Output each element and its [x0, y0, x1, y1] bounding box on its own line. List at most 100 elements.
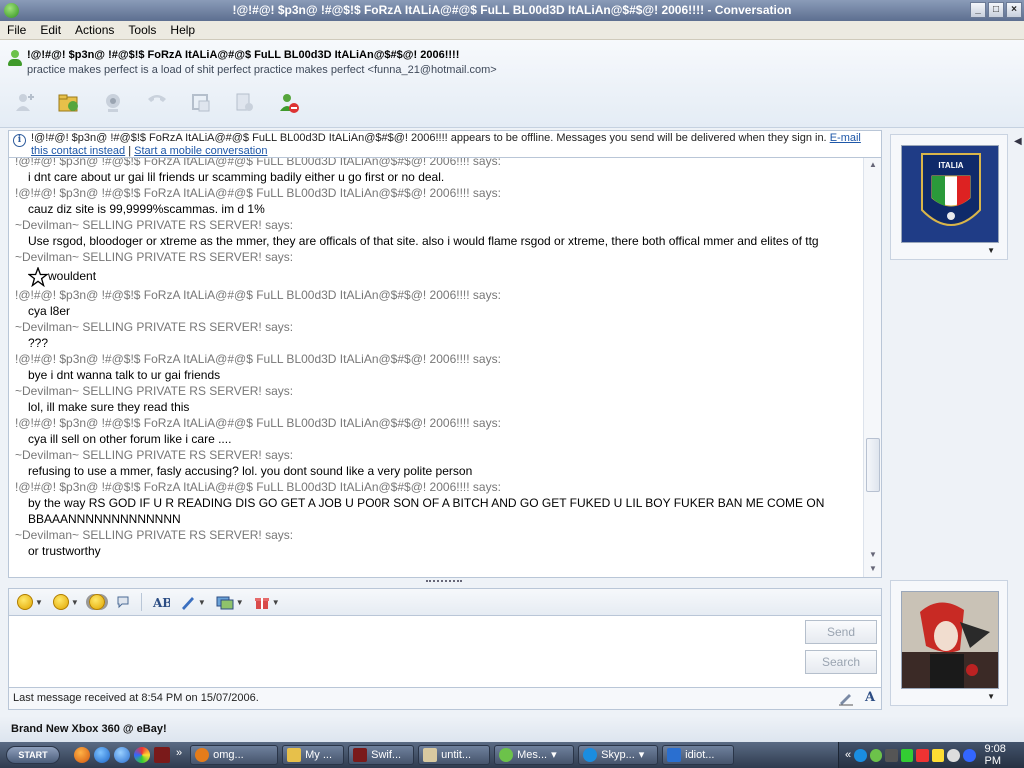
message-sender: !@!#@! $p3n@ !#@$!$ FoRzA ItALiA@#@$ FuL…: [15, 158, 501, 168]
menu-help[interactable]: Help: [163, 21, 202, 39]
conversation-header: !@!#@! $p3n@ !#@$!$ FoRzA ItALiA@#@$ FuL…: [0, 40, 1024, 128]
font-icon[interactable]: AB: [150, 591, 172, 613]
message-text: cya l8er: [28, 304, 71, 318]
title-bar: !@!#@! $p3n@ !#@$!$ FoRzA ItALiA@#@$ FuL…: [0, 0, 1024, 21]
send-files-icon[interactable]: [54, 90, 84, 116]
scroll-thumb[interactable]: [866, 438, 880, 492]
advertisement-banner[interactable]: Brand New Xbox 360 @ eBay!: [0, 716, 1024, 742]
message-item: ~Devilman~ SELLING PRIVATE RS SERVER! sa…: [15, 527, 859, 559]
skype-icon[interactable]: [94, 747, 110, 763]
steam-tray-icon[interactable]: [885, 748, 898, 762]
message-text-content: wouldent: [48, 269, 97, 283]
taskbar-item[interactable]: Swif...: [348, 745, 415, 765]
messenger-tray-icon[interactable]: [869, 748, 883, 762]
contact-picture-image: ITALIA: [901, 145, 999, 243]
close-button[interactable]: ×: [1006, 2, 1022, 18]
start-button[interactable]: START: [6, 746, 60, 764]
minimize-button[interactable]: _: [970, 2, 986, 18]
message-item: !@!#@! $p3n@ !#@$!$ FoRzA ItALiA@#@$ FuL…: [15, 415, 859, 447]
browser-icon[interactable]: [114, 747, 130, 763]
scroll-to-bottom-icon[interactable]: ▼: [864, 562, 881, 576]
text-format-icon[interactable]: A: [861, 690, 879, 706]
message-sender: ~Devilman~ SELLING PRIVATE RS SERVER! sa…: [15, 250, 294, 264]
message-sender: !@!#@! $p3n@ !#@$!$ FoRzA ItALiA@#@$ FuL…: [15, 352, 501, 366]
search-button[interactable]: Search: [805, 650, 877, 674]
webcam-icon[interactable]: [98, 90, 128, 116]
menu-tools[interactable]: Tools: [121, 21, 163, 39]
message-sender: ~Devilman~ SELLING PRIVATE RS SERVER! sa…: [15, 218, 294, 232]
message-text: wouldent: [15, 265, 859, 287]
update-tray-icon[interactable]: [962, 748, 976, 762]
message-compose-area: Send Search: [8, 616, 882, 688]
message-sender: !@!#@! $p3n@ !#@$!$ FoRzA ItALiA@#@$ FuL…: [15, 186, 501, 200]
menu-edit[interactable]: Edit: [33, 21, 68, 39]
collapse-pane-icon[interactable]: ◀: [1014, 136, 1024, 154]
message-item: !@!#@! $p3n@ !#@$!$ FoRzA ItALiA@#@$ FuL…: [15, 479, 859, 527]
menu-bar: File Edit Actions Tools Help: [0, 21, 1024, 40]
network-tray-icon[interactable]: [900, 748, 914, 762]
taskbar-item[interactable]: Mes... ▾: [494, 745, 575, 765]
activities-icon[interactable]: [186, 90, 216, 116]
skype-tray-icon[interactable]: [854, 748, 867, 762]
message-input[interactable]: [13, 620, 793, 680]
contact-personal-message: practice makes perfect is a load of shit…: [27, 64, 497, 76]
invite-contact-icon[interactable]: [10, 90, 40, 116]
taskbar-item[interactable]: My ...: [282, 745, 345, 765]
menu-file[interactable]: File: [0, 21, 33, 39]
message-sender: !@!#@! $p3n@ !#@$!$ FoRzA ItALiA@#@$ FuL…: [15, 480, 501, 494]
menu-actions[interactable]: Actions: [68, 21, 121, 39]
taskbar-item[interactable]: omg...: [190, 745, 279, 765]
quick-launch: »: [74, 747, 182, 763]
message-text: ???: [28, 336, 49, 350]
maximize-button[interactable]: □: [988, 2, 1004, 18]
volume-tray-icon[interactable]: [947, 748, 960, 762]
pane-splitter[interactable]: [426, 580, 462, 585]
offline-notice: i !@!#@! $p3n@ !#@$!$ FoRzA ItALiA@#@$ F…: [8, 130, 882, 158]
mobile-conversation-link[interactable]: Start a mobile conversation: [134, 145, 267, 157]
message-item: !@!#@! $p3n@ !#@$!$ FoRzA ItALiA@#@$ FuL…: [15, 158, 859, 185]
taskbar-item[interactable]: untit...: [418, 745, 491, 765]
scroll-down-arrow-icon[interactable]: ▼: [864, 548, 881, 562]
message-item: !@!#@! $p3n@ !#@$!$ FoRzA ItALiA@#@$ FuL…: [15, 351, 859, 383]
history-scrollbar[interactable]: ▲ ▼ ▼: [863, 158, 881, 577]
wink-icon[interactable]: ▼: [51, 591, 81, 613]
picture-icon[interactable]: ▼: [214, 591, 246, 613]
security-tray-icon[interactable]: [931, 748, 945, 762]
games-icon[interactable]: [230, 90, 260, 116]
message-text: Use rsgod, bloodoger or xtreme as the mm…: [28, 234, 819, 248]
quick-launch-more-icon[interactable]: »: [176, 747, 182, 763]
game-icon[interactable]: [154, 747, 170, 763]
svg-text:AB: AB: [152, 596, 170, 610]
emoticon-icon[interactable]: ▼: [15, 591, 45, 613]
handwriting-icon[interactable]: [837, 690, 855, 706]
voice-clip-icon[interactable]: [113, 591, 133, 613]
send-button[interactable]: Send: [805, 620, 877, 644]
media-player-icon[interactable]: [134, 747, 150, 763]
block-contact-icon[interactable]: [274, 90, 304, 116]
taskbar-clock: 9:08 PM: [984, 743, 1006, 767]
call-icon[interactable]: [142, 90, 172, 116]
gift-icon[interactable]: ▼: [252, 591, 282, 613]
my-display-picture[interactable]: ▼: [890, 580, 1008, 706]
taskbar-item[interactable]: Skyp... ▾: [578, 745, 659, 765]
message-list: !@!#@! $p3n@ !#@$!$ FoRzA ItALiA@#@$ FuL…: [15, 158, 859, 559]
my-picture-menu-icon[interactable]: ▼: [987, 692, 995, 701]
message-text: cya ill sell on other forum like i care …: [28, 432, 232, 446]
taskbar-item[interactable]: idiot...: [662, 745, 735, 765]
contact-display-picture[interactable]: ITALIA ▼: [890, 134, 1008, 260]
message-item: !@!#@! $p3n@ !#@$!$ FoRzA ItALiA@#@$ FuL…: [15, 287, 859, 319]
nudge-icon[interactable]: [87, 591, 107, 613]
scroll-up-arrow-icon[interactable]: ▲: [864, 158, 881, 172]
tray-expand-icon[interactable]: «: [845, 749, 851, 761]
conversation-history[interactable]: !@!#@! $p3n@ !#@$!$ FoRzA ItALiA@#@$ FuL…: [8, 158, 882, 578]
firefox-icon[interactable]: [74, 747, 90, 763]
messenger-logo-icon: [4, 3, 19, 18]
message-sender: ~Devilman~ SELLING PRIVATE RS SERVER! sa…: [15, 384, 294, 398]
background-icon[interactable]: ▼: [178, 591, 208, 613]
message-item: ~Devilman~ SELLING PRIVATE RS SERVER! sa…: [15, 383, 859, 415]
message-sender: !@!#@! $p3n@ !#@$!$ FoRzA ItALiA@#@$ FuL…: [15, 416, 501, 430]
picture-caption: ITALIA: [938, 161, 963, 170]
antivirus-tray-icon[interactable]: [916, 748, 929, 762]
contact-picture-menu-icon[interactable]: ▼: [987, 246, 995, 255]
window-title: !@!#@! $p3n@ !#@$!$ FoRzA ItALiA@#@$ FuL…: [232, 3, 792, 17]
